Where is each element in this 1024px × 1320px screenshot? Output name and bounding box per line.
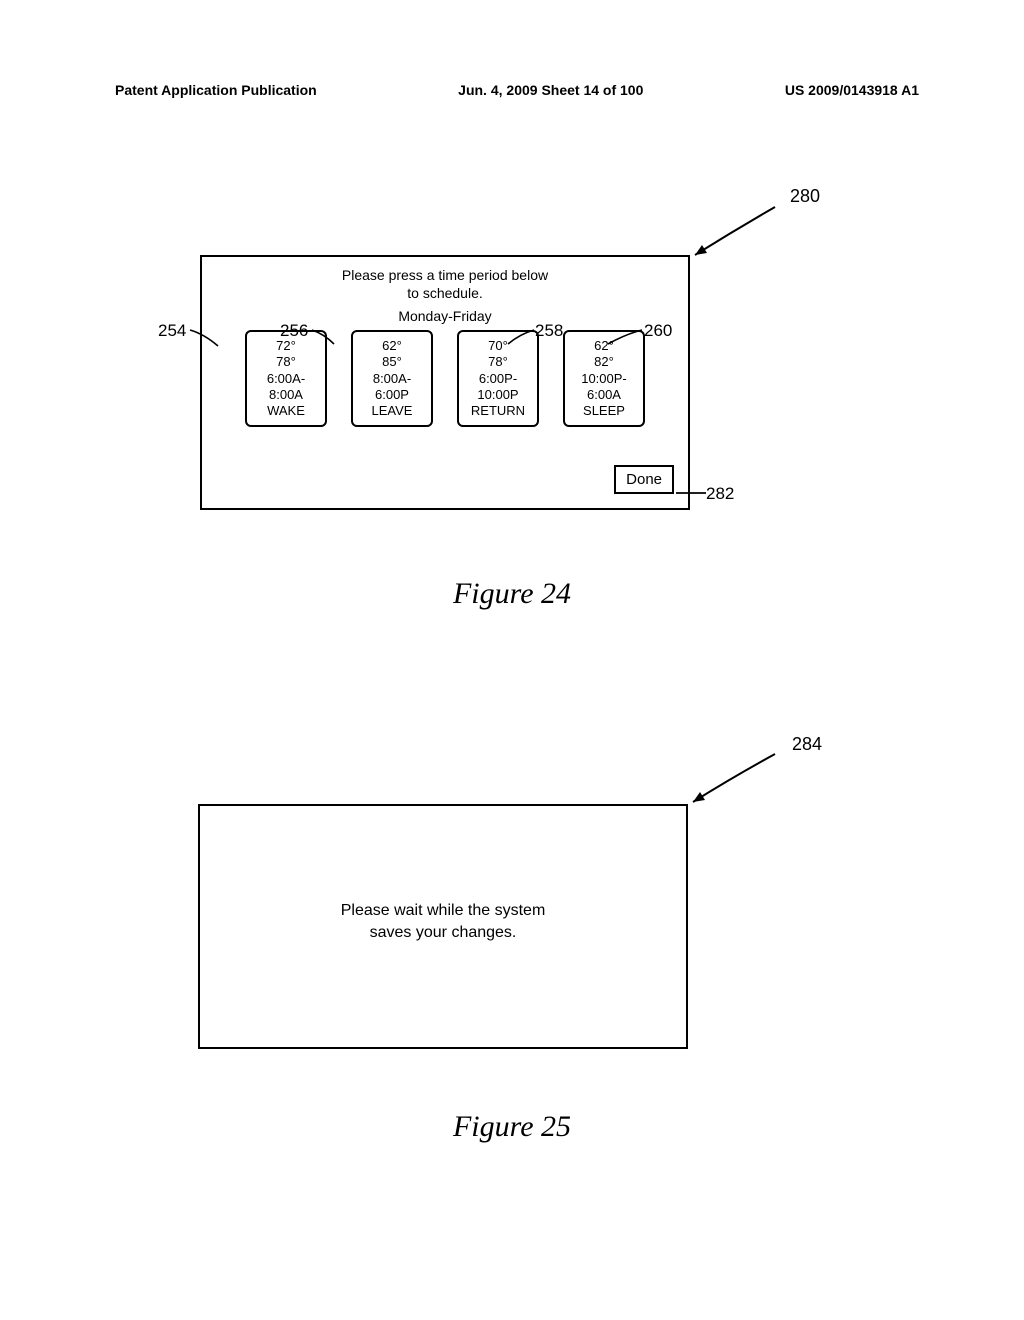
leader-254 (190, 330, 230, 350)
header-mid: Jun. 4, 2009 Sheet 14 of 100 (458, 82, 643, 98)
header-right: US 2009/0143918 A1 (785, 82, 919, 98)
header-left: Patent Application Publication (115, 82, 317, 98)
figure-24-caption: Figure 24 (0, 577, 1024, 611)
done-button[interactable]: Done (614, 465, 674, 494)
figure-25-caption: Figure 25 (0, 1110, 1024, 1144)
refnum-282: 282 (706, 484, 734, 504)
period-row: 72° 78° 6:00A- 8:00A WAKE 62° 85° 8:00A-… (216, 330, 674, 427)
refnum-280: 280 (790, 186, 820, 207)
leader-284 (703, 742, 803, 802)
refnum-260: 260 (644, 321, 672, 341)
schedule-screen: Please press a time period below to sche… (200, 255, 690, 510)
leader-256 (312, 330, 342, 348)
page-header: Patent Application Publication Jun. 4, 2… (115, 82, 919, 98)
wait-message: Please wait while the system saves your … (341, 900, 546, 953)
schedule-prompt: Please press a time period below to sche… (216, 267, 674, 302)
refnum-284: 284 (792, 734, 822, 755)
leader-282 (676, 492, 706, 494)
period-leave[interactable]: 62° 85° 8:00A- 6:00P LEAVE (351, 330, 433, 427)
leader-260 (608, 330, 648, 348)
refnum-254: 254 (158, 321, 186, 341)
wait-screen: Please wait while the system saves your … (198, 804, 688, 1049)
leader-258 (508, 330, 542, 348)
refnum-256: 256 (280, 321, 308, 341)
